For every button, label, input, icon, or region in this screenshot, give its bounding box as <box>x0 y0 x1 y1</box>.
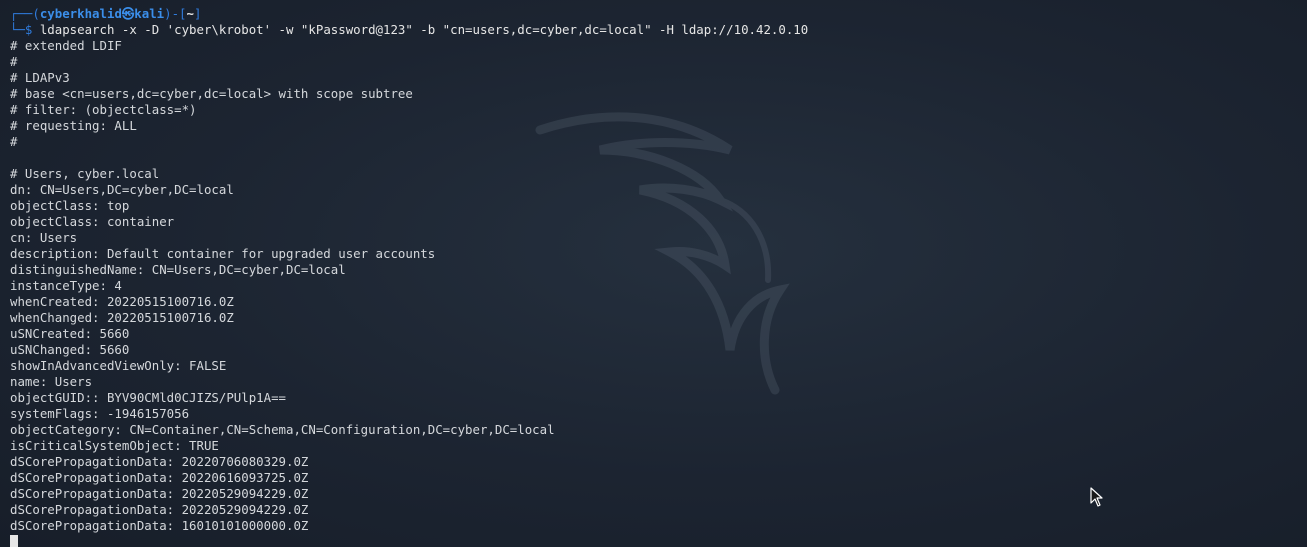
output-line: whenChanged: 20220515100716.0Z <box>10 310 234 325</box>
input-line[interactable] <box>10 534 1307 547</box>
output-line: # filter: (objectclass=*) <box>10 102 197 117</box>
prompt-host: kali <box>134 6 165 21</box>
terminal-output[interactable]: ┌──(cyberkhalid㉿kali)-[~] └─$ ldapsearch… <box>10 6 1307 547</box>
output-line: # extended LDIF <box>10 38 122 53</box>
output-line: dSCorePropagationData: 20220706080329.0Z <box>10 454 309 469</box>
output-line: whenCreated: 20220515100716.0Z <box>10 294 234 309</box>
output-line: showInAdvancedViewOnly: FALSE <box>10 358 227 373</box>
output-line: description: Default container for upgra… <box>10 246 436 261</box>
prompt-top-prefix: ┌──( <box>10 6 40 21</box>
output-line: objectClass: container <box>10 214 175 229</box>
output-line: objectGUID:: BYV90CMld0CJIZS/PUlp1A== <box>10 390 287 405</box>
mouse-pointer-icon <box>1090 487 1103 507</box>
output-line: # Users, cyber.local <box>10 166 160 181</box>
prompt-end: ] <box>194 6 202 21</box>
output-line: objectCategory: CN=Container,CN=Schema,C… <box>10 422 555 437</box>
output-line: dSCorePropagationData: 20220529094229.0Z <box>10 486 309 501</box>
output-line: uSNCreated: 5660 <box>10 326 130 341</box>
output-line: systemFlags: -1946157056 <box>10 406 190 421</box>
output-line: dSCorePropagationData: 20220616093725.0Z <box>10 470 309 485</box>
output-line: dn: CN=Users,DC=cyber,DC=local <box>10 182 234 197</box>
output-line: dSCorePropagationData: 20220529094229.0Z <box>10 502 309 517</box>
output-line: uSNChanged: 5660 <box>10 342 130 357</box>
prompt-top-line: ┌──(cyberkhalid㉿kali)-[~] <box>10 6 1307 22</box>
output-line: name: Users <box>10 374 93 389</box>
output-line: # base <cn=users,dc=cyber,dc=local> with… <box>10 86 413 101</box>
output-line: # <box>10 134 18 149</box>
output-line: # <box>10 54 18 69</box>
command-line: └─$ ldapsearch -x -D 'cyber\krobot' -w "… <box>10 22 1307 38</box>
prompt-user: cyberkhalid <box>39 6 122 21</box>
prompt-at-symbol: ㉿ <box>121 6 135 21</box>
prompt-path: ~ <box>186 6 194 21</box>
output-line: instanceType: 4 <box>10 278 122 293</box>
output-line: # LDAPv3 <box>10 70 70 85</box>
text-cursor <box>10 535 18 547</box>
output-line: objectClass: top <box>10 198 130 213</box>
prompt-bottom-prefix: └─$ <box>10 22 40 37</box>
output-line: # requesting: ALL <box>10 118 137 133</box>
output-line: isCriticalSystemObject: TRUE <box>10 438 219 453</box>
output-line: dSCorePropagationData: 16010101000000.0Z <box>10 518 309 533</box>
output-line: cn: Users <box>10 230 78 245</box>
output-line: distinguishedName: CN=Users,DC=cyber,DC=… <box>10 262 346 277</box>
prompt-mid: )-[ <box>164 6 187 21</box>
command-text: ldapsearch -x -D 'cyber\krobot' -w "kPas… <box>39 22 809 37</box>
